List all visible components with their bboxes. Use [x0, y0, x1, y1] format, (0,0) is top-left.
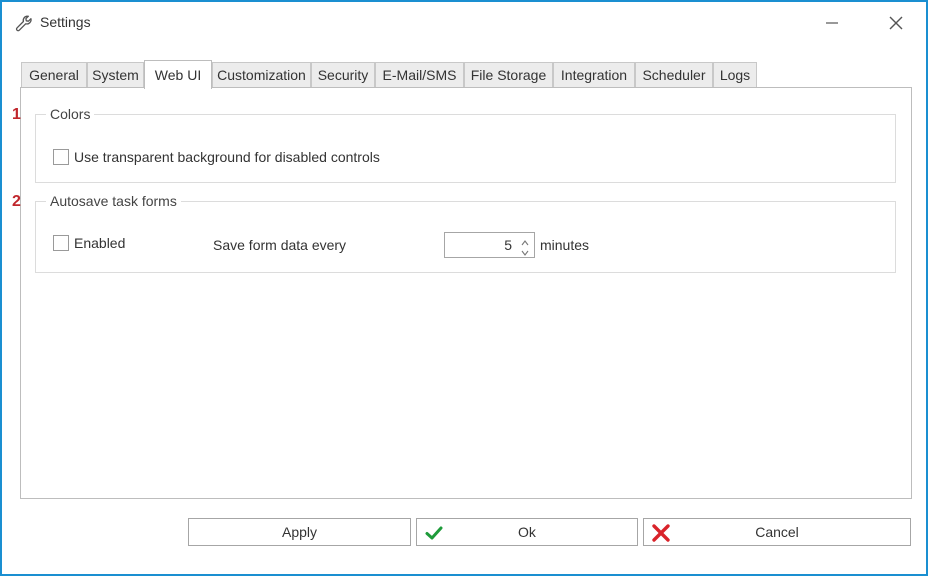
spin-down-icon[interactable] [519, 245, 531, 256]
tab-scheduler[interactable]: Scheduler [635, 62, 713, 88]
autosave-enabled-label: Enabled [74, 235, 126, 251]
settings-window: Settings General System Web UI Customiza… [0, 0, 928, 576]
cancel-button-label: Cancel [755, 524, 799, 540]
colors-group: Colors Use transparent background for di… [35, 106, 896, 183]
tab-logs[interactable]: Logs [713, 62, 757, 88]
tab-customization[interactable]: Customization [212, 62, 311, 88]
interval-unit-label: minutes [540, 237, 590, 253]
autosave-group: Autosave task forms Enabled Save form da… [35, 193, 896, 273]
wrench-icon [14, 14, 34, 34]
transparent-bg-checkbox[interactable] [53, 149, 69, 165]
interval-spin-editor[interactable]: 5 [444, 232, 535, 258]
apply-button-label: Apply [281, 524, 318, 540]
tab-file-storage[interactable]: File Storage [464, 62, 553, 88]
colors-group-title: Colors [46, 106, 95, 122]
tab-web-ui[interactable]: Web UI [144, 60, 212, 89]
tab-email-sms[interactable]: E-Mail/SMS [375, 62, 464, 88]
ok-button[interactable]: Ok [416, 518, 638, 546]
tab-security[interactable]: Security [311, 62, 375, 88]
cancel-button[interactable]: Cancel [643, 518, 911, 546]
transparent-bg-label: Use transparent background for disabled … [74, 149, 380, 165]
title-bar: Settings [2, 2, 926, 42]
marker-1: 1 [12, 106, 21, 123]
tab-system[interactable]: System [87, 62, 144, 88]
close-button[interactable] [881, 12, 911, 36]
ok-button-label: Ok [518, 524, 536, 540]
tab-integration[interactable]: Integration [553, 62, 635, 88]
tab-general[interactable]: General [21, 62, 87, 88]
autosave-group-title: Autosave task forms [46, 193, 181, 209]
window-title: Settings [40, 14, 91, 30]
interval-label: Save form data every [213, 237, 347, 253]
minimize-button[interactable] [817, 12, 847, 36]
interval-value: 5 [504, 237, 512, 253]
minimize-icon [826, 22, 838, 24]
apply-button[interactable]: Apply [188, 518, 411, 546]
close-icon [889, 16, 903, 30]
marker-2: 2 [12, 193, 21, 210]
autosave-enabled-checkbox[interactable] [53, 235, 69, 251]
spin-up-icon[interactable] [519, 235, 531, 246]
